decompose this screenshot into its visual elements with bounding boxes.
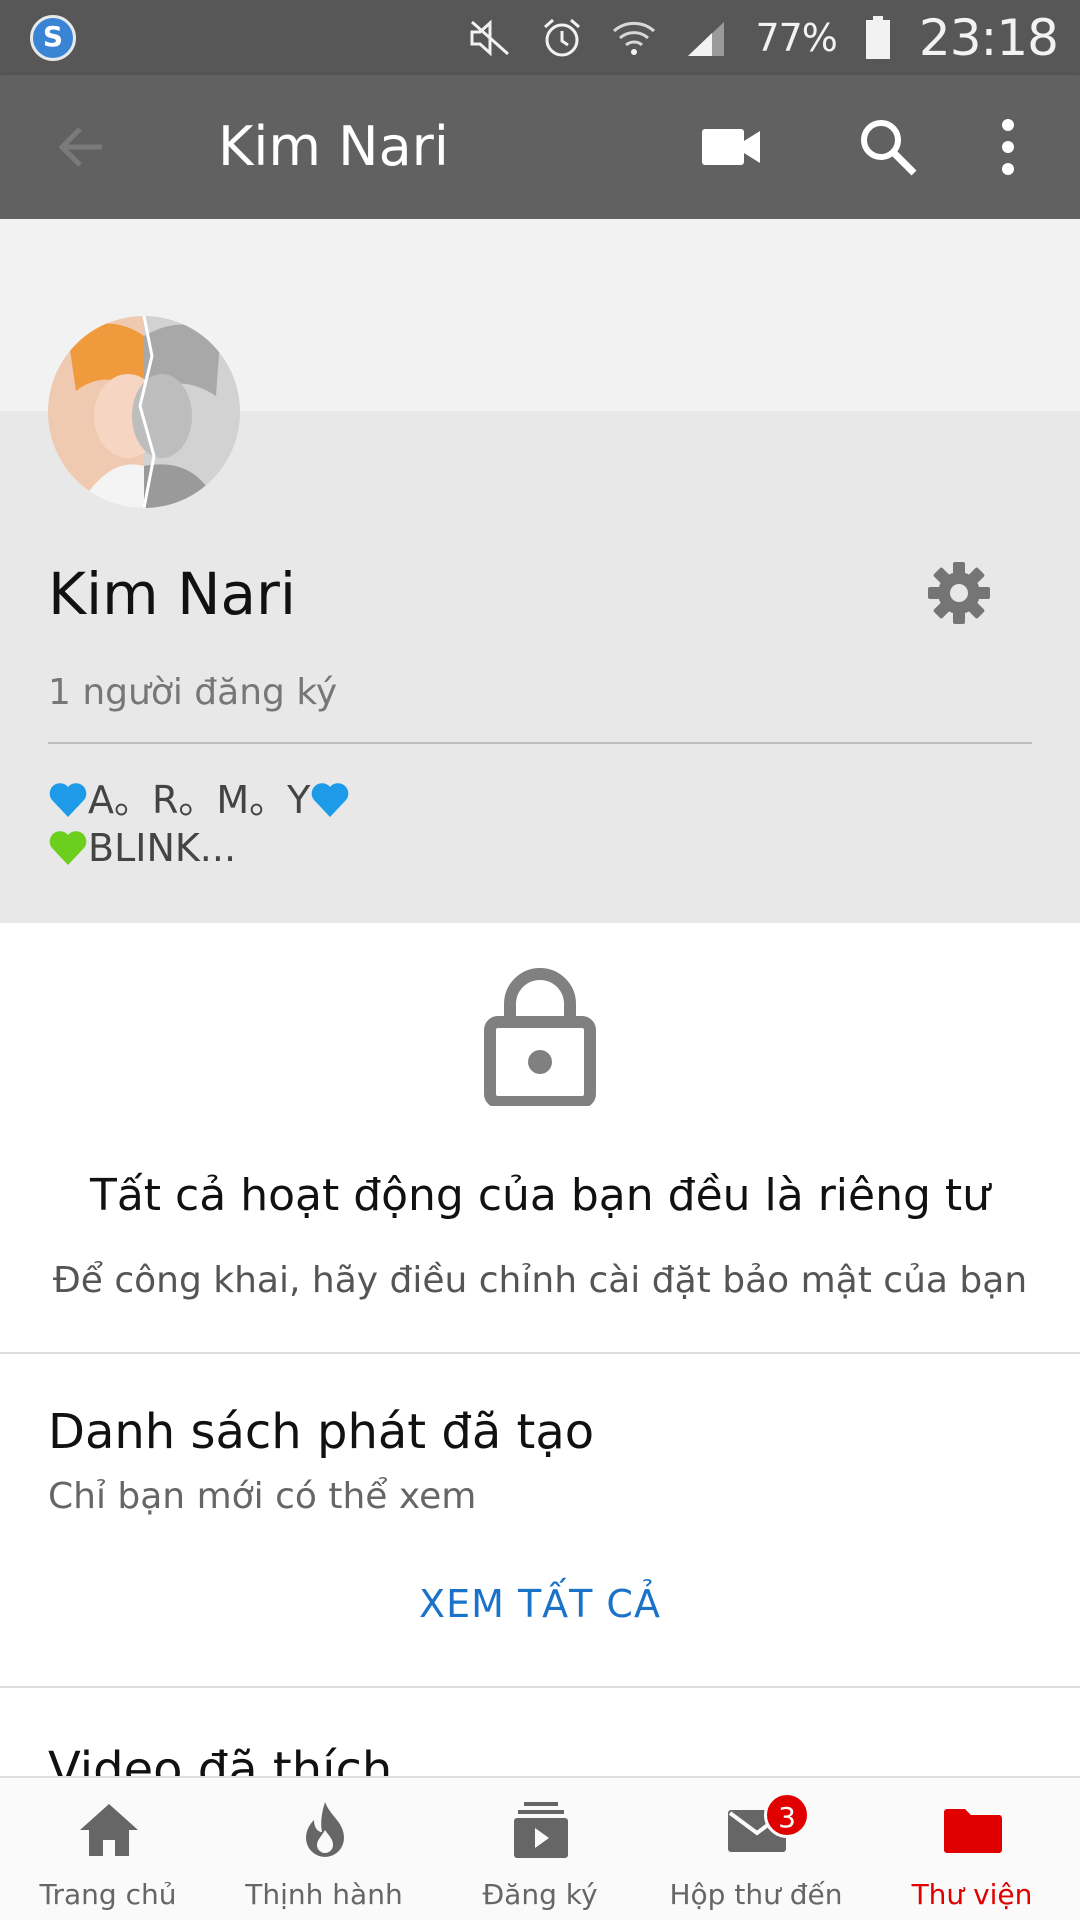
subscriber-count: 1 người đăng ký: [48, 672, 338, 713]
battery-icon: [863, 15, 893, 61]
notification-badge: 3: [764, 1792, 810, 1838]
subscriptions-icon: [510, 1800, 572, 1860]
avatar[interactable]: [48, 316, 240, 508]
nav-subscriptions[interactable]: Đăng ký: [432, 1778, 648, 1920]
back-arrow-icon[interactable]: [52, 117, 112, 177]
blue-heart-icon: [48, 781, 88, 819]
wifi-icon: [611, 15, 657, 61]
nav-label: Thịnh hành: [245, 1878, 403, 1911]
green-heart-icon: [48, 829, 88, 867]
nav-label: Hộp thư đến: [669, 1878, 843, 1911]
channel-description: A。R。M。Y BLINK...: [48, 776, 350, 872]
nav-library[interactable]: Thư viện: [864, 1778, 1080, 1920]
gear-icon[interactable]: [926, 560, 992, 626]
status-bar: S 77% 23:18: [0, 0, 1080, 75]
more-vertical-icon[interactable]: [990, 115, 1026, 179]
nav-inbox[interactable]: 3 Hộp thư đến: [648, 1778, 864, 1920]
bio-line-1: A。R。M。Y: [88, 778, 311, 822]
clock: 23:18: [918, 8, 1059, 67]
see-all-button[interactable]: XEM TẤT CẢ: [0, 1582, 1080, 1626]
skype-lite-icon: S: [30, 15, 76, 61]
lock-icon: [484, 966, 596, 1108]
nav-label: Thư viện: [911, 1878, 1033, 1911]
app-bar: Kim Nari: [0, 75, 1080, 219]
channel-title: Kim Nari: [218, 115, 449, 178]
divider: [0, 1352, 1080, 1354]
nav-label: Đăng ký: [482, 1878, 598, 1911]
mute-icon: [467, 15, 513, 61]
search-icon[interactable]: [856, 115, 920, 179]
bio-line-2: BLINK...: [88, 826, 237, 870]
profile-name: Kim Nari: [48, 560, 296, 628]
playlists-title: Danh sách phát đã tạo: [48, 1404, 595, 1460]
blue-heart-icon: [310, 781, 350, 819]
video-camera-icon[interactable]: [700, 117, 764, 177]
alarm-icon: [539, 15, 585, 61]
nav-trending[interactable]: Thịnh hành: [216, 1778, 432, 1920]
battery-percent: 77%: [755, 15, 837, 60]
privacy-title: Tất cả hoạt động của bạn đều là riêng tư: [89, 1170, 991, 1221]
library-folder-icon: [942, 1800, 1004, 1860]
nav-label: Trang chủ: [39, 1878, 177, 1911]
nav-home[interactable]: Trang chủ: [0, 1778, 216, 1920]
divider: [0, 1686, 1080, 1688]
bottom-navigation: Trang chủ Thịnh hành Đăng ký 3 Hộp thư đ…: [0, 1776, 1080, 1920]
playlists-subtitle: Chỉ bạn mới có thể xem: [48, 1476, 477, 1517]
signal-icon: [683, 15, 729, 61]
privacy-subtitle: Để công khai, hãy điều chỉnh cài đặt bảo…: [52, 1260, 1028, 1301]
home-icon: [78, 1800, 140, 1860]
fire-icon: [294, 1800, 356, 1860]
divider: [48, 742, 1032, 744]
